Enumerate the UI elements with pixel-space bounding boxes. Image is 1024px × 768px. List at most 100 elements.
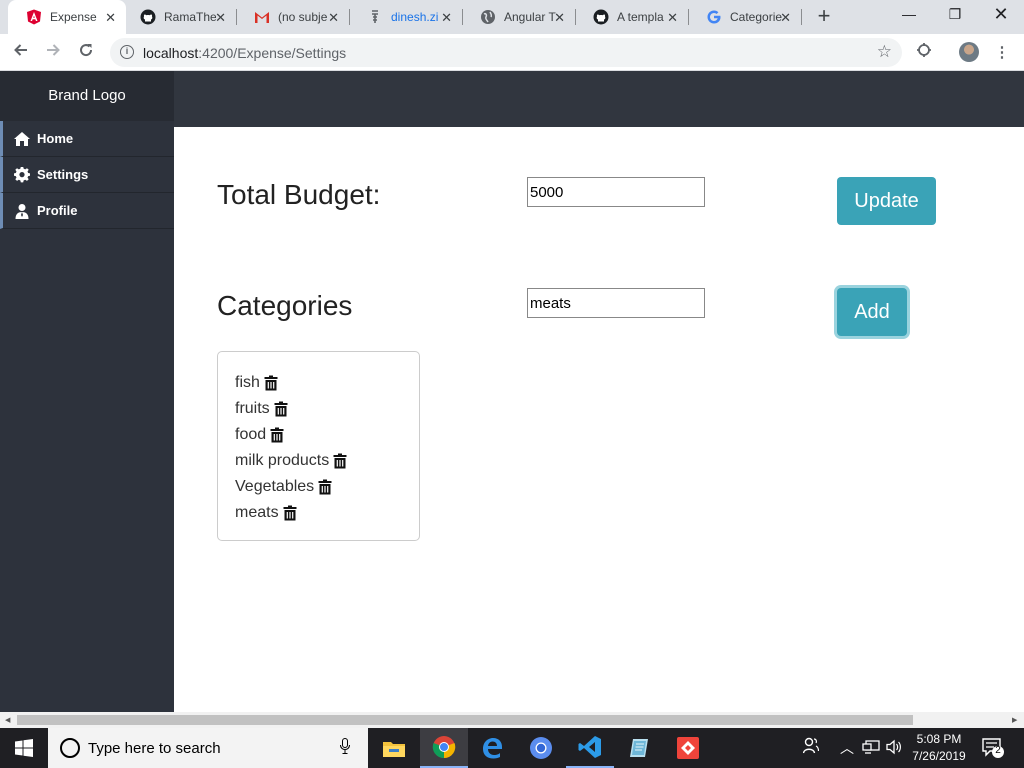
reload-button[interactable]	[73, 40, 99, 66]
github-icon	[140, 9, 156, 25]
taskbar: Type here to search ︿ 5:08 PM 7/26/2019 …	[0, 728, 1024, 768]
file-explorer-icon[interactable]	[370, 728, 418, 768]
category-label: fish	[235, 374, 260, 391]
bookmark-star-icon[interactable]: ☆	[877, 42, 892, 62]
people-icon[interactable]	[802, 737, 820, 758]
forward-button[interactable]	[40, 40, 66, 66]
brand-logo[interactable]: Brand Logo	[0, 71, 174, 121]
list-item: meats	[235, 500, 419, 526]
chrome-icon[interactable]	[420, 728, 468, 768]
tab-separator	[801, 9, 802, 25]
tab-template[interactable]: A templa ✕	[575, 0, 688, 34]
sidebar-item-label: Profile	[37, 203, 78, 218]
trash-icon[interactable]	[333, 453, 347, 469]
categories-heading: Categories	[217, 290, 353, 321]
tab-dinesh-zip[interactable]: dinesh.zi ✕	[349, 0, 462, 34]
close-icon[interactable]: ✕	[105, 10, 116, 26]
gmail-icon	[254, 9, 270, 25]
trash-icon[interactable]	[264, 375, 278, 391]
tab-title: Expense	[50, 10, 97, 24]
chevron-up-icon[interactable]: ︿	[840, 738, 854, 758]
close-icon[interactable]: ✕	[215, 10, 226, 26]
extension-target-icon[interactable]	[913, 42, 935, 64]
start-button[interactable]	[0, 728, 48, 768]
url-path: :4200/Expense/Settings	[198, 45, 347, 61]
tab-categories[interactable]: Categorie ✕	[688, 0, 801, 34]
clock-time: 5:08 PM	[916, 732, 962, 746]
browser-tab-strip: Expense ✕ RamaThe ✕ (no subje ✕ dinesh.z…	[0, 0, 1024, 34]
restore-button[interactable]: ❐	[932, 0, 978, 30]
update-button[interactable]: Update	[837, 177, 936, 225]
arrow-right-icon	[47, 44, 60, 56]
trash-icon[interactable]	[283, 505, 297, 521]
sidebar-item-home[interactable]: Home	[0, 121, 174, 157]
system-clock[interactable]: 5:08 PM 7/26/2019	[905, 731, 973, 765]
scroll-left-icon[interactable]: ◀	[5, 716, 10, 724]
notepad-app-icon[interactable]	[615, 728, 663, 768]
tab-expense[interactable]: Expense ✕	[8, 0, 126, 34]
sidebar-item-settings[interactable]: Settings	[0, 157, 174, 193]
list-item: food	[235, 422, 419, 448]
list-item: milk products	[235, 448, 419, 474]
angular-icon	[26, 9, 42, 25]
reload-icon	[80, 44, 93, 57]
github-icon	[593, 9, 609, 25]
sidebar-item-profile[interactable]: Profile	[0, 193, 174, 229]
close-icon[interactable]: ✕	[328, 10, 339, 26]
profile-avatar[interactable]	[959, 42, 979, 62]
chrome-canary-icon[interactable]	[517, 728, 565, 768]
gear-icon	[13, 166, 31, 184]
url-host: localhost	[143, 45, 199, 61]
app-header	[174, 71, 1024, 127]
budget-input[interactable]	[527, 177, 705, 207]
add-button[interactable]: Add	[837, 288, 907, 336]
total-budget-heading: Total Budget:	[217, 179, 381, 210]
home-icon	[13, 130, 31, 148]
close-icon[interactable]: ✕	[780, 10, 791, 26]
trash-icon[interactable]	[318, 479, 332, 495]
list-item: fruits	[235, 396, 419, 422]
scroll-right-icon[interactable]: ▶	[1012, 716, 1017, 724]
menu-kebab-icon[interactable]: ⋮	[991, 42, 1013, 64]
info-icon[interactable]: i	[120, 45, 134, 59]
tab-title: Categorie	[730, 10, 782, 24]
close-icon[interactable]: ✕	[441, 10, 452, 26]
back-button[interactable]	[8, 40, 34, 66]
tab-angular[interactable]: Angular T ✕	[462, 0, 575, 34]
category-label: meats	[235, 504, 279, 521]
new-tab-button[interactable]: +	[812, 4, 836, 28]
horizontal-scrollbar[interactable]: ◀ ▶	[0, 712, 1024, 728]
close-icon[interactable]: ✕	[554, 10, 565, 26]
microphone-icon[interactable]	[340, 738, 350, 757]
scrollbar-thumb[interactable]	[17, 715, 913, 725]
url-text[interactable]: localhost:4200/Expense/Settings	[143, 45, 346, 61]
address-bar[interactable]: i localhost:4200/Expense/Settings ☆	[110, 38, 902, 67]
action-center-button[interactable]: 2	[982, 738, 1004, 758]
windows-icon	[15, 739, 33, 757]
category-input[interactable]	[527, 288, 705, 318]
tab-title: RamaThe	[164, 10, 216, 24]
browser-toolbar: i localhost:4200/Expense/Settings ☆ ⋮	[0, 34, 1024, 71]
trash-icon[interactable]	[274, 401, 288, 417]
edge-icon[interactable]	[468, 728, 516, 768]
sidebar-item-label: Settings	[37, 167, 89, 182]
tab-github-ramathe[interactable]: RamaThe ✕	[122, 0, 236, 34]
clock-date: 7/26/2019	[912, 749, 966, 763]
minimize-button[interactable]: —	[886, 0, 932, 30]
anydesk-icon[interactable]	[664, 728, 712, 768]
trash-icon[interactable]	[270, 427, 284, 443]
category-label: milk products	[235, 452, 330, 469]
category-list: fish fruits food milk products Vegetable…	[217, 351, 420, 541]
volume-icon[interactable]	[886, 739, 902, 758]
vscode-icon[interactable]	[566, 728, 614, 768]
taskbar-search[interactable]: Type here to search	[48, 728, 368, 768]
archive-icon	[367, 9, 383, 25]
tab-title: A templa	[617, 10, 664, 24]
window-close-button[interactable]: ✕	[978, 0, 1024, 30]
list-item: fish	[235, 370, 419, 396]
google-icon	[706, 9, 722, 25]
cortana-icon	[60, 738, 80, 758]
close-icon[interactable]: ✕	[667, 10, 678, 26]
network-icon[interactable]	[862, 740, 880, 757]
tab-gmail[interactable]: (no subje ✕	[236, 0, 349, 34]
